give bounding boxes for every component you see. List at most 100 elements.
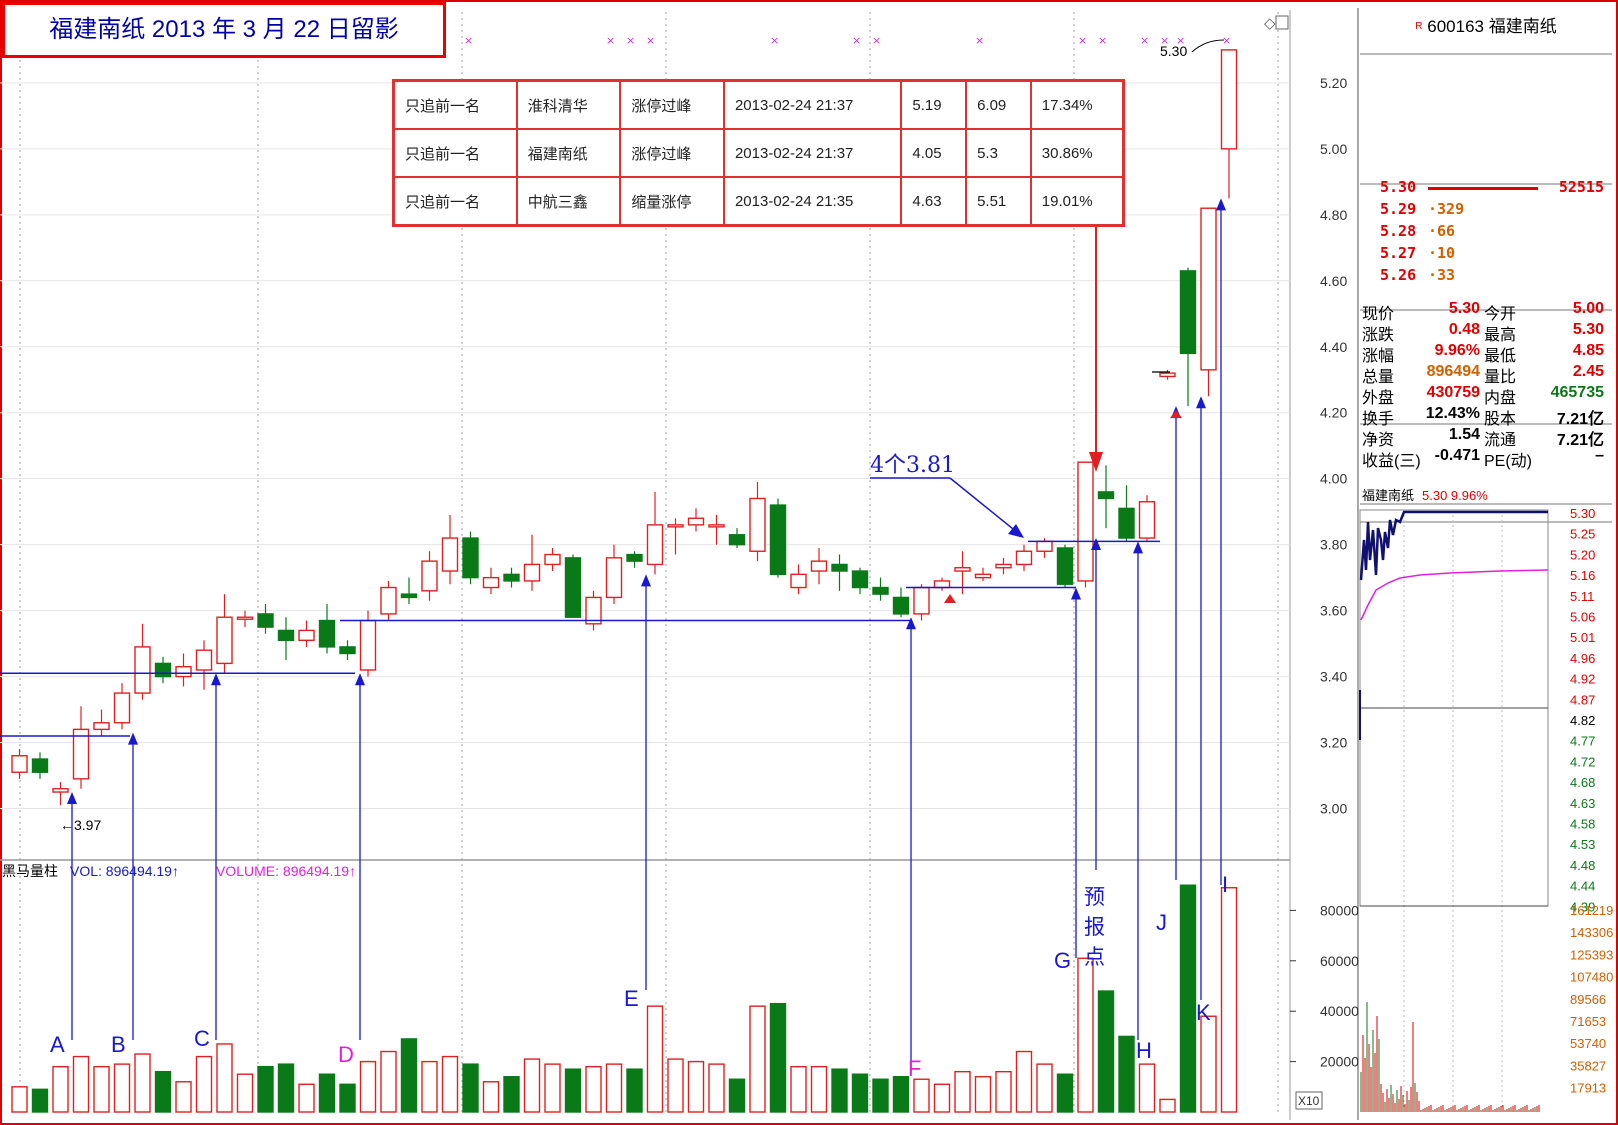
volume-bar-down — [626, 1068, 643, 1113]
candle-down — [831, 563, 848, 572]
small-up-arrow — [944, 594, 956, 603]
volume-bar-up — [708, 1063, 725, 1113]
picks-cell: 5.51 — [965, 176, 1032, 227]
toolbar-window-icon — [1275, 15, 1289, 30]
picks-cell: 4.05 — [900, 128, 968, 178]
volume-bar-down — [728, 1078, 746, 1113]
candle-up — [1159, 372, 1176, 378]
stat-value: 2.45 — [1572, 363, 1604, 380]
candle-down — [1118, 507, 1135, 539]
volume-bar-up — [954, 1070, 971, 1113]
candle-down — [892, 596, 910, 615]
candle-down — [257, 613, 274, 628]
order-price: 5.30 — [1380, 178, 1417, 196]
marker-letter: F — [908, 1056, 921, 1081]
candle-up — [216, 616, 233, 665]
volume-bar-down — [339, 1083, 356, 1113]
volume-bar-up — [995, 1070, 1012, 1113]
price-tick-label: 5.20 — [1320, 75, 1347, 91]
marker-letter: A — [50, 1032, 65, 1057]
volume-bar-up — [810, 1065, 828, 1113]
volume-bar-up — [93, 1065, 110, 1113]
volume-bar-up — [1036, 1063, 1053, 1113]
stat-value: 9.96% — [1434, 342, 1480, 359]
volume-bar-up — [974, 1076, 992, 1113]
volume-bar-up — [236, 1073, 254, 1113]
stock-code: 600163 — [1427, 17, 1484, 36]
picks-cell: 淮科清华 — [515, 79, 622, 130]
marker-letter: G — [1054, 948, 1071, 973]
volume-bar-up — [52, 1065, 69, 1113]
order-volume: 52515 — [1558, 178, 1604, 196]
order-volume-bar — [1428, 187, 1538, 190]
forecast-label-char: 报 — [1084, 915, 1105, 939]
vol-readout: VOL: 896494.19↑ — [70, 863, 179, 879]
volume-bar-up — [298, 1083, 315, 1113]
volume-bar-down — [872, 1078, 889, 1113]
price-tick-label: 5.00 — [1320, 141, 1347, 157]
price-tick-label: 3.40 — [1320, 669, 1347, 685]
candle-down — [872, 586, 889, 595]
signal-marker: × — [872, 34, 881, 47]
volume-bar-up — [113, 1063, 131, 1113]
volume-bar-up — [646, 1005, 664, 1113]
stat-value: 5.30 — [1572, 321, 1604, 338]
volume-bar-down — [851, 1073, 869, 1113]
candle-up — [236, 616, 254, 620]
marker-letter: K — [1196, 1000, 1211, 1025]
signal-marker: × — [975, 34, 984, 47]
volume-bar-up — [421, 1060, 438, 1113]
pointer-arrow-head — [355, 673, 365, 686]
volume-bar-up — [482, 1081, 500, 1113]
picks-cell: 5.19 — [900, 79, 968, 130]
quote-panel: R 600163 福建南纸 5.30 52515 5.29 ·329 5.28 ·66 5.… — [1360, 14, 1612, 1119]
picks-cell: 只追前一名 — [392, 176, 518, 227]
volume-bar-down — [769, 1002, 787, 1113]
stat-key: 收益(三) — [1362, 453, 1421, 470]
candle-down — [626, 553, 643, 562]
picks-cell: 19.01% — [1029, 176, 1125, 227]
volume-bar-down — [564, 1068, 582, 1113]
volume-bar-up — [441, 1055, 459, 1113]
candle-down — [462, 537, 479, 579]
candle-up — [93, 722, 110, 731]
candle-up — [11, 755, 28, 773]
picks-cell: 2013-02-24 21:35 — [722, 176, 903, 227]
candle-down — [154, 662, 172, 678]
candle-down — [503, 573, 520, 582]
pointer-arrow-head — [1133, 541, 1143, 554]
candle-up — [441, 537, 459, 572]
volume-tick-label: 40000 — [1320, 1003, 1359, 1019]
candle-up — [359, 619, 377, 671]
volume-bar-up — [1220, 887, 1238, 1113]
stock-name: 福建南纸 — [1488, 17, 1557, 36]
volume-readout: VOLUME: 896494.19↑ — [216, 863, 356, 879]
signal-marker: × — [646, 34, 655, 47]
candle-up — [113, 692, 131, 724]
volume-bar-up — [1138, 1063, 1156, 1113]
volume-bar-up — [933, 1083, 951, 1113]
marker-letter: H — [1136, 1038, 1152, 1063]
candle-up — [72, 728, 90, 780]
level-count-pointer — [949, 477, 1019, 534]
pointer-arrow-head — [1216, 198, 1226, 211]
picks-cell: 2013-02-24 21:37 — [722, 128, 903, 178]
pointer-arrow-head — [1196, 396, 1206, 409]
signal-marker: × — [852, 34, 861, 47]
volume-bar-down — [1179, 884, 1197, 1113]
high-price-label: 5.30 — [1160, 43, 1187, 59]
candle-up — [790, 573, 807, 589]
price-tick-label: 4.80 — [1320, 207, 1347, 223]
order-price: 5.26 — [1380, 266, 1417, 284]
order-price: 5.27 — [1380, 244, 1417, 262]
stat-value: 4.85 — [1572, 342, 1604, 359]
stat-value: 5.30 — [1448, 300, 1480, 317]
candle-up — [974, 573, 992, 579]
candle-up — [523, 563, 541, 582]
picks-cell: 只追前一名 — [392, 128, 518, 178]
picks-row: 只追前一名 中航三鑫 缩量涨停 2013-02-24 21:35 4.63 5.51 19.… — [392, 176, 1125, 227]
small-up-arrow — [1170, 410, 1182, 418]
signal-marker: × — [606, 34, 615, 47]
marker-letter: C — [194, 1026, 210, 1051]
marker-letter: E — [624, 986, 639, 1011]
